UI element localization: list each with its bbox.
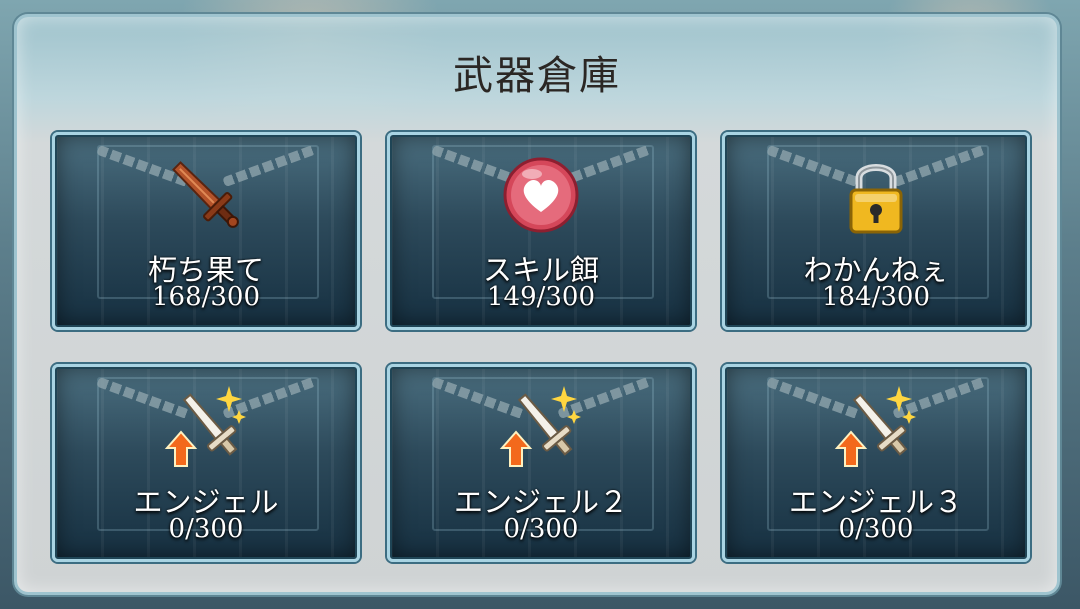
storage-slot-angel-3[interactable]: エンジェル３ 0/300 — [722, 364, 1030, 562]
panel-title: 武器倉庫 — [453, 53, 621, 99]
slot-count: 149/300 — [486, 282, 595, 312]
storage-grid: 朽ち果て 168/300 スキル餌 149/300 わかんねぇ 184/300 … — [52, 132, 1030, 564]
storage-slot-rusty[interactable]: 朽ち果て 168/300 — [52, 132, 360, 330]
storage-slot-angel-1[interactable]: エンジェル 0/300 — [52, 364, 360, 562]
slot-count: 184/300 — [821, 282, 930, 312]
angel-sword-upgrade-icon — [390, 381, 692, 473]
angel-sword-upgrade-icon — [55, 381, 357, 473]
angel-sword-upgrade-icon — [725, 381, 1027, 473]
heart-icon — [390, 149, 692, 241]
storage-slot-unknown[interactable]: わかんねぇ 184/300 — [722, 132, 1030, 330]
padlock-icon — [725, 149, 1027, 241]
slot-count: 168/300 — [151, 282, 260, 312]
slot-count: 0/300 — [838, 514, 914, 544]
storage-slot-angel-2[interactable]: エンジェル２ 0/300 — [387, 364, 695, 562]
storage-slot-skill-fodder[interactable]: スキル餌 149/300 — [387, 132, 695, 330]
slot-count: 0/300 — [503, 514, 579, 544]
rusty-sword-icon — [55, 149, 357, 241]
slot-count: 0/300 — [168, 514, 244, 544]
